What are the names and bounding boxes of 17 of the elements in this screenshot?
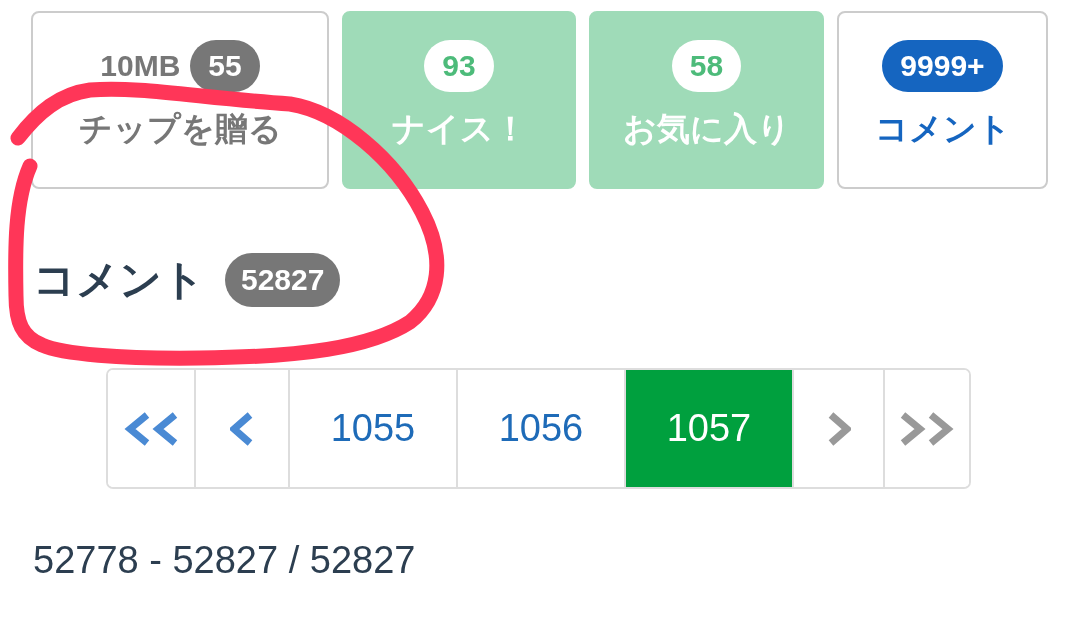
count-badge: 93: [424, 40, 494, 92]
double-chevron-left-icon: [123, 411, 179, 446]
action-button[interactable]: 93 ナイス！: [342, 11, 576, 189]
range-text: 52778 - 52827 / 52827: [33, 539, 416, 582]
chevron-left-icon: [230, 411, 254, 446]
double-chevron-right-icon: [899, 411, 955, 446]
action-button[interactable]: 58 お気に入り: [589, 11, 824, 189]
size-label: 10MB: [100, 49, 181, 83]
count-badge: 52827: [225, 253, 341, 307]
count-badge: 55: [190, 40, 260, 92]
chevron-right-icon: [826, 411, 851, 446]
action-button[interactable]: 10MB 55 チップを贈る: [31, 11, 329, 189]
count-badge: 58: [671, 40, 742, 92]
count-badge: 9999+: [882, 40, 1003, 92]
page-button[interactable]: 1057: [624, 370, 792, 487]
action-button[interactable]: 9999+ コメント: [837, 11, 1048, 189]
section-title: コメント: [33, 255, 205, 305]
